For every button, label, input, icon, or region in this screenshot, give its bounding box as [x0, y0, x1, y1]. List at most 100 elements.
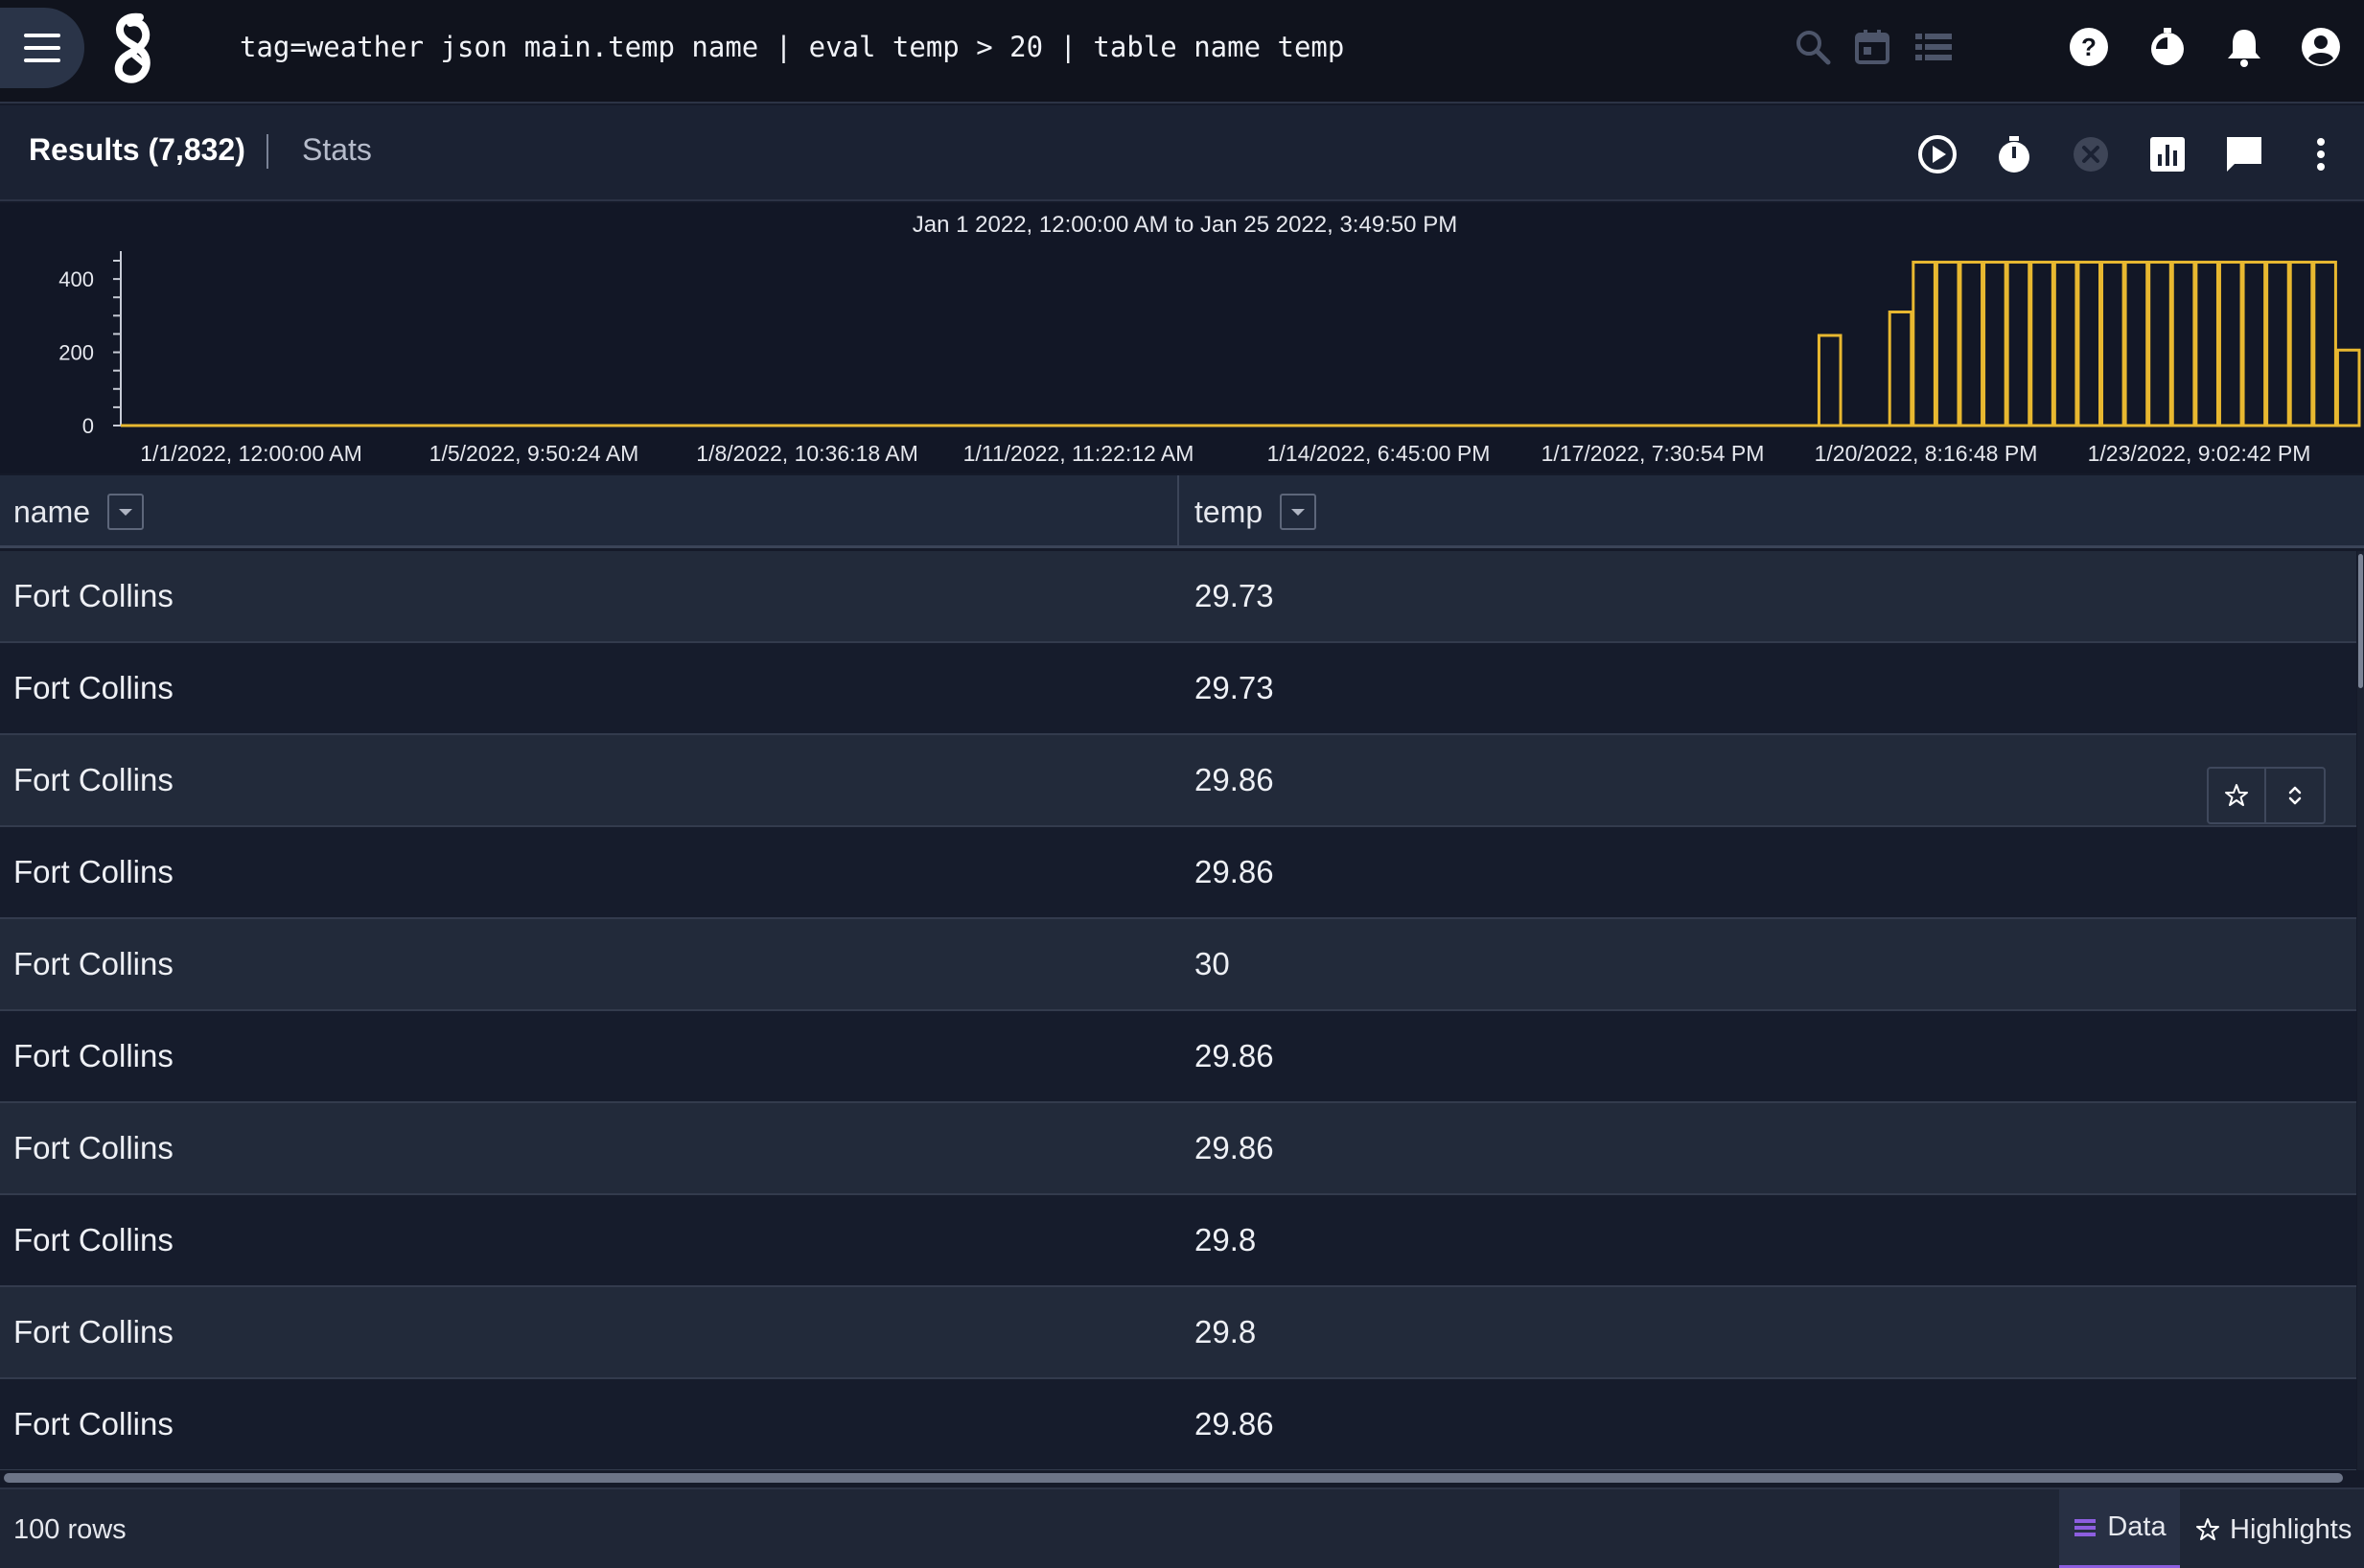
results-tab[interactable]: Results (7,832) [29, 132, 245, 168]
histogram-bar [2076, 261, 2102, 427]
histogram-bar [2052, 261, 2078, 427]
cell-name: Fort Collins [13, 578, 174, 613]
table-row[interactable]: Fort Collins 29.73 [0, 643, 2356, 735]
vertical-scrollbar-track[interactable] [2357, 551, 2364, 1471]
list-icon[interactable] [1910, 23, 1958, 71]
x-tick-label: 1/23/2022, 9:02:42 PM [2088, 441, 2311, 466]
search-query[interactable]: tag=weather json main.temp name | eval t… [240, 31, 1344, 63]
star-icon [2196, 1518, 2219, 1540]
table-row[interactable]: Fort Collins 29.8 [0, 1287, 2356, 1379]
y-tick-label: 400 [58, 267, 94, 291]
chart-title: Jan 1 2022, 12:00:00 AM to Jan 25 2022, … [913, 212, 1457, 238]
menu-icon-line [24, 58, 60, 62]
data-tab-label: Data [2107, 1511, 2167, 1542]
menu-icon-line [24, 46, 60, 50]
table-header: name temp [0, 475, 2364, 548]
comment-icon[interactable] [2220, 130, 2268, 178]
calendar-icon[interactable] [1848, 23, 1896, 71]
column-filter-button[interactable] [1280, 494, 1317, 530]
x-tick-label: 1/1/2022, 12:00:00 AM [140, 441, 361, 466]
gravwell-logo[interactable] [107, 12, 161, 88]
vertical-scrollbar-thumb[interactable] [2358, 554, 2363, 688]
menu-button[interactable] [0, 8, 84, 88]
timer-icon[interactable] [2144, 23, 2191, 71]
column-label: name [13, 494, 91, 529]
chart-icon[interactable] [2144, 130, 2191, 178]
highlights-tab-label: Highlights [2230, 1513, 2352, 1545]
footer-bar: 100 rows Data Highlights [0, 1487, 2364, 1568]
cell-name: Fort Collins [13, 1038, 174, 1073]
histogram-bar [2147, 261, 2172, 427]
cell-temp: 30 [1194, 946, 1230, 981]
row-count: 100 rows [13, 1514, 127, 1545]
data-tab[interactable]: Data [2059, 1489, 2180, 1568]
play-icon[interactable] [1913, 130, 1961, 178]
bell-icon[interactable] [2220, 23, 2268, 71]
histogram-bar [1817, 334, 1843, 427]
row-actions [2207, 767, 2326, 824]
cell-name: Fort Collins [13, 1314, 174, 1349]
histogram-bar [2335, 348, 2361, 427]
histogram-chart: Jan 1 2022, 12:00:00 AM to Jan 25 2022, … [0, 203, 2364, 473]
table-row[interactable]: Fort Collins 29.86 [0, 827, 2356, 919]
horizontal-scrollbar-thumb[interactable] [4, 1473, 2343, 1483]
table-body: Fort Collins 29.73 Fort Collins 29.73 Fo… [0, 551, 2356, 1471]
stopwatch-icon[interactable] [1990, 130, 2038, 178]
highlights-tab[interactable]: Highlights [2195, 1489, 2352, 1568]
histogram-bar [2217, 261, 2243, 427]
star-button[interactable] [2209, 769, 2266, 822]
histogram-bar [2123, 261, 2149, 427]
histogram-bar [2005, 261, 2031, 427]
x-tick-label: 1/14/2022, 6:45:00 PM [1267, 441, 1491, 466]
histogram-bar [2265, 261, 2290, 427]
unfold-icon [2288, 786, 2302, 805]
cancel-icon[interactable] [2067, 130, 2115, 178]
table-row[interactable]: Fort Collins 29.86 [0, 1011, 2356, 1103]
cell-name: Fort Collins [13, 762, 174, 797]
help-icon[interactable]: ? [2065, 23, 2113, 71]
cell-name: Fort Collins [13, 854, 174, 889]
menu-icon-line [24, 34, 60, 37]
x-tick-label: 1/17/2022, 7:30:54 PM [1541, 441, 1765, 466]
cell-name: Fort Collins [13, 1130, 174, 1165]
cell-temp: 29.8 [1194, 1314, 1257, 1349]
table-row[interactable]: Fort Collins 29.86 [0, 1103, 2356, 1195]
table-row[interactable]: Fort Collins 29.8 [0, 1195, 2356, 1287]
stats-tab[interactable]: Stats [302, 132, 372, 168]
results-bar: Results (7,832) Stats [0, 105, 2364, 201]
account-icon[interactable] [2297, 23, 2345, 71]
table-row[interactable]: Fort Collins 29.86 [0, 1379, 2356, 1471]
cell-temp: 29.86 [1194, 854, 1274, 889]
histogram-bar [1912, 261, 1936, 427]
histogram-bar [2288, 261, 2314, 427]
histogram-bar [2194, 261, 2219, 427]
column-header-temp[interactable]: temp [1194, 475, 1317, 548]
column-filter-button[interactable] [107, 494, 145, 530]
table-row[interactable]: Fort Collins 29.86 [0, 735, 2356, 827]
data-list-icon [2074, 1518, 2097, 1536]
cell-temp: 29.73 [1194, 578, 1274, 613]
cell-name: Fort Collins [13, 1406, 174, 1441]
column-label: temp [1194, 494, 1263, 529]
cell-temp: 29.86 [1194, 1038, 1274, 1073]
cell-name: Fort Collins [13, 670, 174, 705]
histogram-bar [1888, 311, 1913, 427]
x-tick-label: 1/11/2022, 11:22:12 AM [963, 441, 1194, 466]
cell-temp: 29.86 [1194, 762, 1274, 797]
x-tick-label: 1/5/2022, 9:50:24 AM [429, 441, 639, 466]
histogram-bar [1958, 261, 1984, 427]
search-icon[interactable] [1789, 23, 1837, 71]
cell-temp: 29.86 [1194, 1130, 1274, 1165]
table-row[interactable]: Fort Collins 30 [0, 919, 2356, 1011]
column-header-name[interactable]: name [13, 475, 145, 548]
histogram-bar [2100, 261, 2125, 427]
tab-separator [267, 134, 268, 169]
y-tick-label: 0 [82, 414, 94, 438]
histogram-bar [1935, 261, 1960, 427]
table-row[interactable]: Fort Collins 29.73 [0, 551, 2356, 643]
column-divider[interactable] [1177, 475, 1179, 548]
cell-name: Fort Collins [13, 1222, 174, 1257]
expand-button[interactable] [2266, 769, 2324, 822]
histogram-bar [1982, 261, 2007, 427]
more-vert-icon[interactable] [2297, 130, 2345, 178]
